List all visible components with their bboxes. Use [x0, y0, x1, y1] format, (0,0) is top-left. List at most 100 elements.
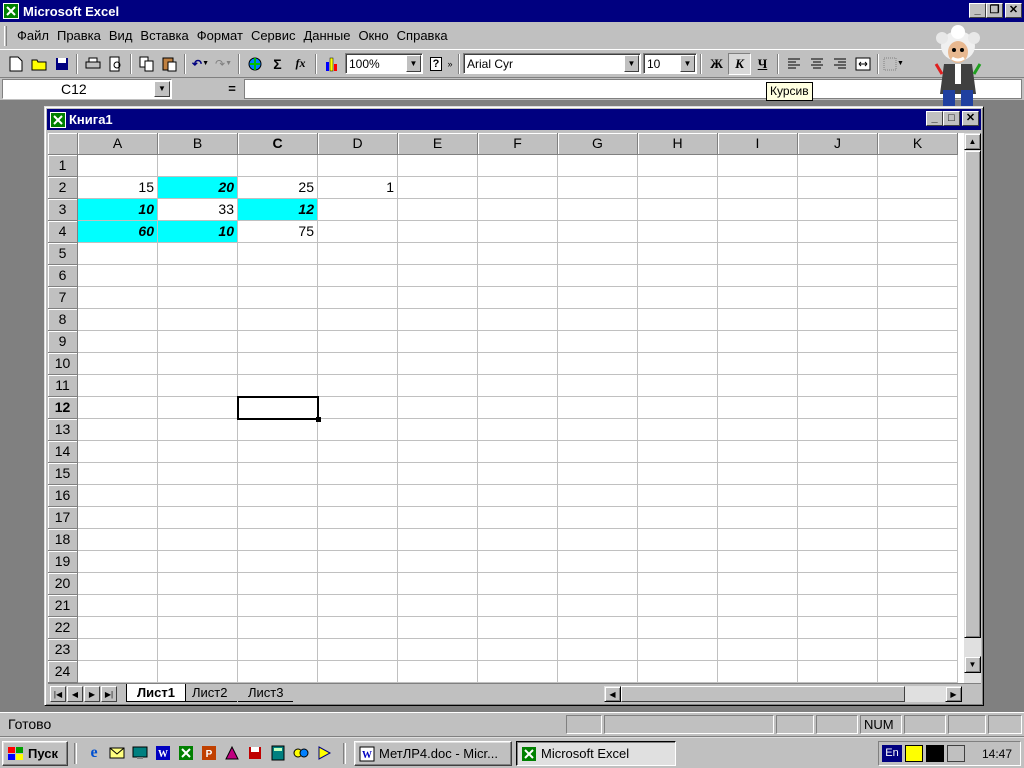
- column-header-c[interactable]: C: [238, 133, 318, 155]
- scroll-right-button[interactable]: ▶: [945, 686, 962, 702]
- column-header-j[interactable]: J: [798, 133, 878, 155]
- row-header-9[interactable]: 9: [48, 331, 78, 353]
- cell-b21[interactable]: [158, 595, 238, 617]
- cell-e5[interactable]: [398, 243, 478, 265]
- cell-k6[interactable]: [878, 265, 958, 287]
- cell-j18[interactable]: [798, 529, 878, 551]
- font-name-select[interactable]: Arial Cyr ▼: [463, 53, 641, 74]
- cell-h5[interactable]: [638, 243, 718, 265]
- cell-e23[interactable]: [398, 639, 478, 661]
- cell-f11[interactable]: [478, 375, 558, 397]
- next-sheet-button[interactable]: ▶: [84, 686, 100, 702]
- cell-j9[interactable]: [798, 331, 878, 353]
- cell-i13[interactable]: [718, 419, 798, 441]
- cell-e17[interactable]: [398, 507, 478, 529]
- cell-j13[interactable]: [798, 419, 878, 441]
- cell-h23[interactable]: [638, 639, 718, 661]
- cell-j12[interactable]: [798, 397, 878, 419]
- cell-a15[interactable]: [78, 463, 158, 485]
- quicklaunch-calc[interactable]: [268, 743, 288, 763]
- row-header-4[interactable]: 4: [48, 221, 78, 243]
- cell-i17[interactable]: [718, 507, 798, 529]
- cell-i1[interactable]: [718, 155, 798, 177]
- cell-d24[interactable]: [318, 661, 398, 683]
- cell-k11[interactable]: [878, 375, 958, 397]
- cell-f23[interactable]: [478, 639, 558, 661]
- align-center-button[interactable]: [805, 53, 828, 75]
- cell-b5[interactable]: [158, 243, 238, 265]
- first-sheet-button[interactable]: |◀: [50, 686, 66, 702]
- cell-d17[interactable]: [318, 507, 398, 529]
- cell-b20[interactable]: [158, 573, 238, 595]
- cell-k19[interactable]: [878, 551, 958, 573]
- cell-b2[interactable]: 20: [158, 177, 238, 199]
- menu-file[interactable]: Файл: [13, 27, 53, 45]
- formula-input[interactable]: [244, 79, 1022, 99]
- cell-j24[interactable]: [798, 661, 878, 683]
- row-header-10[interactable]: 10: [48, 353, 78, 375]
- cell-f17[interactable]: [478, 507, 558, 529]
- cell-g14[interactable]: [558, 441, 638, 463]
- cell-e18[interactable]: [398, 529, 478, 551]
- worksheet-grid[interactable]: A B C D E F G H I J K 1 2 3 4 5 6 7 8 9 10 11 12 13 14 15 16 17 18 19…: [48, 133, 964, 683]
- cell-f6[interactable]: [478, 265, 558, 287]
- cell-j4[interactable]: [798, 221, 878, 243]
- cell-k5[interactable]: [878, 243, 958, 265]
- cell-c1[interactable]: [238, 155, 318, 177]
- cell-b15[interactable]: [158, 463, 238, 485]
- cell-g5[interactable]: [558, 243, 638, 265]
- cell-g20[interactable]: [558, 573, 638, 595]
- row-header-16[interactable]: 16: [48, 485, 78, 507]
- cell-j23[interactable]: [798, 639, 878, 661]
- cell-f19[interactable]: [478, 551, 558, 573]
- last-sheet-button[interactable]: ▶|: [101, 686, 117, 702]
- cell-k24[interactable]: [878, 661, 958, 683]
- cell-i16[interactable]: [718, 485, 798, 507]
- cell-b24[interactable]: [158, 661, 238, 683]
- cell-j17[interactable]: [798, 507, 878, 529]
- cell-b7[interactable]: [158, 287, 238, 309]
- cell-e2[interactable]: [398, 177, 478, 199]
- cell-e1[interactable]: [398, 155, 478, 177]
- cell-d6[interactable]: [318, 265, 398, 287]
- cell-k23[interactable]: [878, 639, 958, 661]
- borders-button[interactable]: ▼: [882, 53, 905, 75]
- name-box[interactable]: C12 ▼: [2, 79, 172, 99]
- paste-button[interactable]: [158, 53, 181, 75]
- cell-k7[interactable]: [878, 287, 958, 309]
- undo-button[interactable]: ↶ ▼: [189, 53, 212, 75]
- new-button[interactable]: [4, 53, 27, 75]
- quicklaunch-access[interactable]: [222, 743, 242, 763]
- cell-e19[interactable]: [398, 551, 478, 573]
- cell-d7[interactable]: [318, 287, 398, 309]
- cell-c10[interactable]: [238, 353, 318, 375]
- cell-e12[interactable]: [398, 397, 478, 419]
- column-header-g[interactable]: G: [558, 133, 638, 155]
- cell-b22[interactable]: [158, 617, 238, 639]
- row-header-2[interactable]: 2: [48, 177, 78, 199]
- cell-c13[interactable]: [238, 419, 318, 441]
- cell-c19[interactable]: [238, 551, 318, 573]
- cell-j21[interactable]: [798, 595, 878, 617]
- save-button[interactable]: [50, 53, 73, 75]
- chart-wizard-button[interactable]: [320, 53, 343, 75]
- cell-i18[interactable]: [718, 529, 798, 551]
- cell-e22[interactable]: [398, 617, 478, 639]
- cell-h16[interactable]: [638, 485, 718, 507]
- cell-j20[interactable]: [798, 573, 878, 595]
- cell-b14[interactable]: [158, 441, 238, 463]
- cell-k20[interactable]: [878, 573, 958, 595]
- cell-h17[interactable]: [638, 507, 718, 529]
- row-header-13[interactable]: 13: [48, 419, 78, 441]
- quicklaunch-network[interactable]: [291, 743, 311, 763]
- cell-c18[interactable]: [238, 529, 318, 551]
- cell-a18[interactable]: [78, 529, 158, 551]
- cell-a17[interactable]: [78, 507, 158, 529]
- cell-a6[interactable]: [78, 265, 158, 287]
- cell-b8[interactable]: [158, 309, 238, 331]
- cell-i20[interactable]: [718, 573, 798, 595]
- column-header-d[interactable]: D: [318, 133, 398, 155]
- workbook-title-bar[interactable]: Книга1 _ □ ✕: [47, 109, 981, 130]
- cell-b12[interactable]: [158, 397, 238, 419]
- cell-a13[interactable]: [78, 419, 158, 441]
